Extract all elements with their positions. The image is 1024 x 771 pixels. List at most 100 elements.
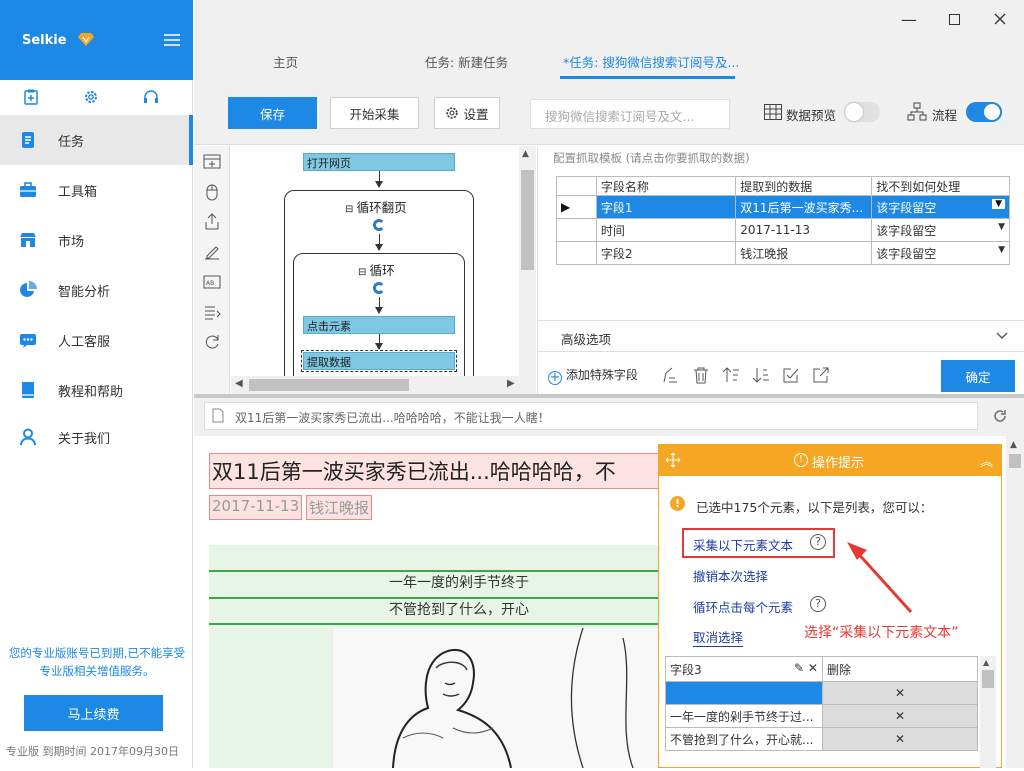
reload-icon[interactable] xyxy=(992,408,1008,424)
sidebar-item-tasks[interactable]: 任务 xyxy=(0,115,193,165)
article-paragraph[interactable]: 不管抢到了什么，开心 xyxy=(209,597,669,625)
move-down-icon[interactable] xyxy=(752,366,770,384)
headset-icon[interactable] xyxy=(141,86,161,108)
renew-button[interactable]: 马上续费 xyxy=(24,695,163,731)
collect-text-link[interactable]: 采集以下元素文本 xyxy=(693,535,793,554)
expire-notice: 您的专业版账号已到期,已不能享受专业版相关增值服务。 xyxy=(8,646,186,678)
sidebar-item-market[interactable]: 市场 xyxy=(0,215,193,265)
save-button[interactable]: 保存 xyxy=(228,97,317,129)
fallback-select[interactable]: 该字段留空 ▼ xyxy=(871,195,1010,219)
tip-header[interactable]: ! 操作提示 ︽ xyxy=(658,444,1002,476)
url-field[interactable]: 双11后第一波买家秀已流出...哈哈哈哈，不能让我一人瞎！ xyxy=(204,402,978,430)
selected-text-cell[interactable]: 一年一度的剁手节终于过... xyxy=(665,704,823,728)
close-icon[interactable] xyxy=(989,8,1011,30)
table-row[interactable]: 字段2 钱江晚报 该字段留空 ▼ xyxy=(556,241,1010,265)
field-name-cell[interactable]: 字段2 xyxy=(595,241,737,265)
delete-row-button[interactable]: ✕ xyxy=(821,727,979,751)
table-row[interactable]: 时间 2017-11-13 该字段留空 ▼ xyxy=(556,218,1010,242)
chevron-up-icon[interactable]: ▲ xyxy=(1010,440,1017,450)
scroll-thumb[interactable] xyxy=(1009,454,1021,468)
chevron-up-icon[interactable]: ▲ xyxy=(522,149,529,159)
fallback-select[interactable]: 该字段留空 ▼ xyxy=(871,218,1010,242)
capture-icon[interactable]: AB xyxy=(202,272,222,292)
article-date[interactable]: 2017-11-13 xyxy=(209,495,303,520)
cancel-selection-link[interactable]: 取消选择 xyxy=(693,627,744,647)
article-paragraph[interactable]: 一年一度的剁手节终于 xyxy=(209,570,669,596)
sidebar-item-label: 任务 xyxy=(58,134,85,150)
chevron-left-icon[interactable]: ◀ xyxy=(235,378,243,389)
sidebar-item-support[interactable]: 人工客服 xyxy=(0,315,193,365)
article-source[interactable]: 钱江晚报 xyxy=(306,495,373,520)
minimize-icon[interactable]: — xyxy=(898,8,920,30)
table-row[interactable]: ✕ xyxy=(665,681,979,705)
list-icon[interactable] xyxy=(202,302,222,322)
confirm-button[interactable]: 确定 xyxy=(941,360,1015,392)
tab-new-task[interactable]: 任务: 新建任务 xyxy=(425,52,508,71)
chevron-right-icon[interactable]: ▶ xyxy=(507,378,515,389)
move-handle-icon[interactable] xyxy=(665,452,681,468)
flow-step-extract-data[interactable]: 提取数据 xyxy=(301,350,457,372)
flow-horizontal-scrollbar[interactable]: ◀ ▶ xyxy=(231,376,536,394)
article-image[interactable] xyxy=(333,627,669,769)
tab-current-task[interactable]: *任务: 搜狗微信搜索订阅号及... xyxy=(563,52,739,71)
move-up-icon[interactable] xyxy=(722,366,740,384)
field-name-cell[interactable]: 字段1 xyxy=(595,195,737,219)
sidebar-item-label: 工具箱 xyxy=(58,184,98,200)
task-name-input[interactable]: 搜狗微信搜索订阅号及文... xyxy=(530,99,730,129)
document-icon xyxy=(22,132,34,148)
table-row[interactable]: 不管抢到了什么，开心就... ✕ xyxy=(665,727,979,751)
sidebar-item-toolbox[interactable]: 工具箱 xyxy=(0,165,193,215)
flowchart-icon xyxy=(907,102,927,121)
loop-title[interactable]: ⊟ 循环 xyxy=(358,260,395,279)
collapse-icon[interactable]: ︽ xyxy=(980,451,993,470)
undo-selection-link[interactable]: 撤销本次选择 xyxy=(693,566,768,585)
add-step-icon[interactable] xyxy=(202,152,222,172)
trash-icon[interactable] xyxy=(692,366,710,384)
flow-vertical-scrollbar[interactable]: ▲ xyxy=(519,146,536,394)
field-value-cell: 钱江晚报 xyxy=(735,241,873,265)
start-collect-button[interactable]: 开始采集 xyxy=(330,97,419,129)
flow-step-click-element[interactable]: 点击元素 xyxy=(303,316,455,334)
sidebar-item-tutorial[interactable]: 教程和帮助 xyxy=(0,365,193,415)
flow-step-open-page[interactable]: 打开网页 xyxy=(303,153,455,171)
maximize-icon[interactable] xyxy=(943,8,965,30)
settings-button[interactable]: 设置 xyxy=(434,97,500,129)
open-external-icon[interactable] xyxy=(812,366,830,384)
delete-row-button[interactable]: ✕ xyxy=(821,681,979,705)
field-name-cell[interactable]: 时间 xyxy=(595,218,737,242)
refresh-icon[interactable] xyxy=(202,332,222,352)
selected-text-cell[interactable] xyxy=(665,681,823,705)
edit-icon[interactable] xyxy=(202,242,222,262)
gear-icon[interactable] xyxy=(81,86,101,108)
page-scrollbar[interactable]: ▲ xyxy=(1006,436,1024,768)
delete-row-button[interactable]: ✕ xyxy=(821,704,979,728)
flow-toggle[interactable] xyxy=(966,102,1002,122)
tab-home[interactable]: 主页 xyxy=(273,52,298,71)
export-icon[interactable] xyxy=(202,212,222,232)
fallback-select[interactable]: 该字段留空 ▼ xyxy=(871,241,1010,265)
article-headline[interactable]: 双11后第一波买家秀已流出...哈哈哈哈，不 xyxy=(209,453,679,489)
data-preview-toggle[interactable] xyxy=(844,102,880,122)
selected-text-cell[interactable]: 不管抢到了什么，开心就... xyxy=(665,727,823,751)
sidebar-item-about[interactable]: 关于我们 xyxy=(0,412,193,462)
chevron-up-icon[interactable]: ▲ xyxy=(983,658,989,667)
tip-table-scrollbar[interactable]: ▲ xyxy=(980,656,996,768)
loop-page-title[interactable]: ⊟ 循环翻页 xyxy=(345,197,407,216)
help-icon[interactable]: ? xyxy=(810,534,826,550)
scroll-thumb[interactable] xyxy=(982,670,994,688)
scroll-thumb[interactable] xyxy=(521,170,534,270)
field3-header[interactable]: 字段3 ✎ ✕ xyxy=(665,656,823,682)
edit-field-icon[interactable] xyxy=(660,366,678,384)
sidebar-item-analysis[interactable]: 智能分析 xyxy=(0,265,193,315)
loop-click-link[interactable]: 循环点击每个元素 xyxy=(693,597,793,616)
mouse-icon[interactable] xyxy=(202,182,222,202)
table-row[interactable]: ▶ 字段1 双11后第一波买家秀... 该字段留空 ▼ xyxy=(556,195,1010,219)
advanced-options[interactable]: 高级选项 xyxy=(537,320,1024,352)
check-edit-icon[interactable] xyxy=(782,366,800,384)
add-special-field-button[interactable]: + 添加特殊字段 xyxy=(548,366,638,385)
hamburger-menu-icon[interactable] xyxy=(164,34,180,46)
table-row[interactable]: 一年一度的剁手节终于过... ✕ xyxy=(665,704,979,728)
help-icon[interactable]: ? xyxy=(810,596,826,612)
scroll-thumb[interactable] xyxy=(249,379,409,391)
clipboard-icon[interactable] xyxy=(21,86,41,108)
